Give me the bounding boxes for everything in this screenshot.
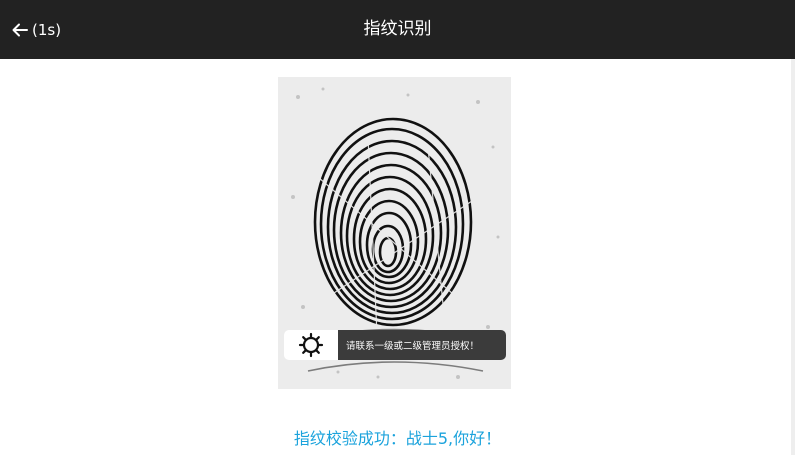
toast-icon-box [284,330,338,360]
page-title: 指纹识别 [363,19,432,39]
back-button[interactable]: (1s) [10,0,61,59]
toast-notification: 请联系一级或二级管理员授权！ [284,330,506,360]
gear-icon [298,332,324,358]
top-app-bar: (1s) 指纹识别 [0,0,795,59]
scrollbar-track[interactable] [791,59,795,455]
back-countdown-label: (1s) [32,20,62,39]
verification-result: 指纹校验成功：战士5,你好！ [293,429,502,448]
left-arrow-icon [12,23,28,36]
toast-message: 请联系一级或二级管理员授权！ [338,330,506,360]
